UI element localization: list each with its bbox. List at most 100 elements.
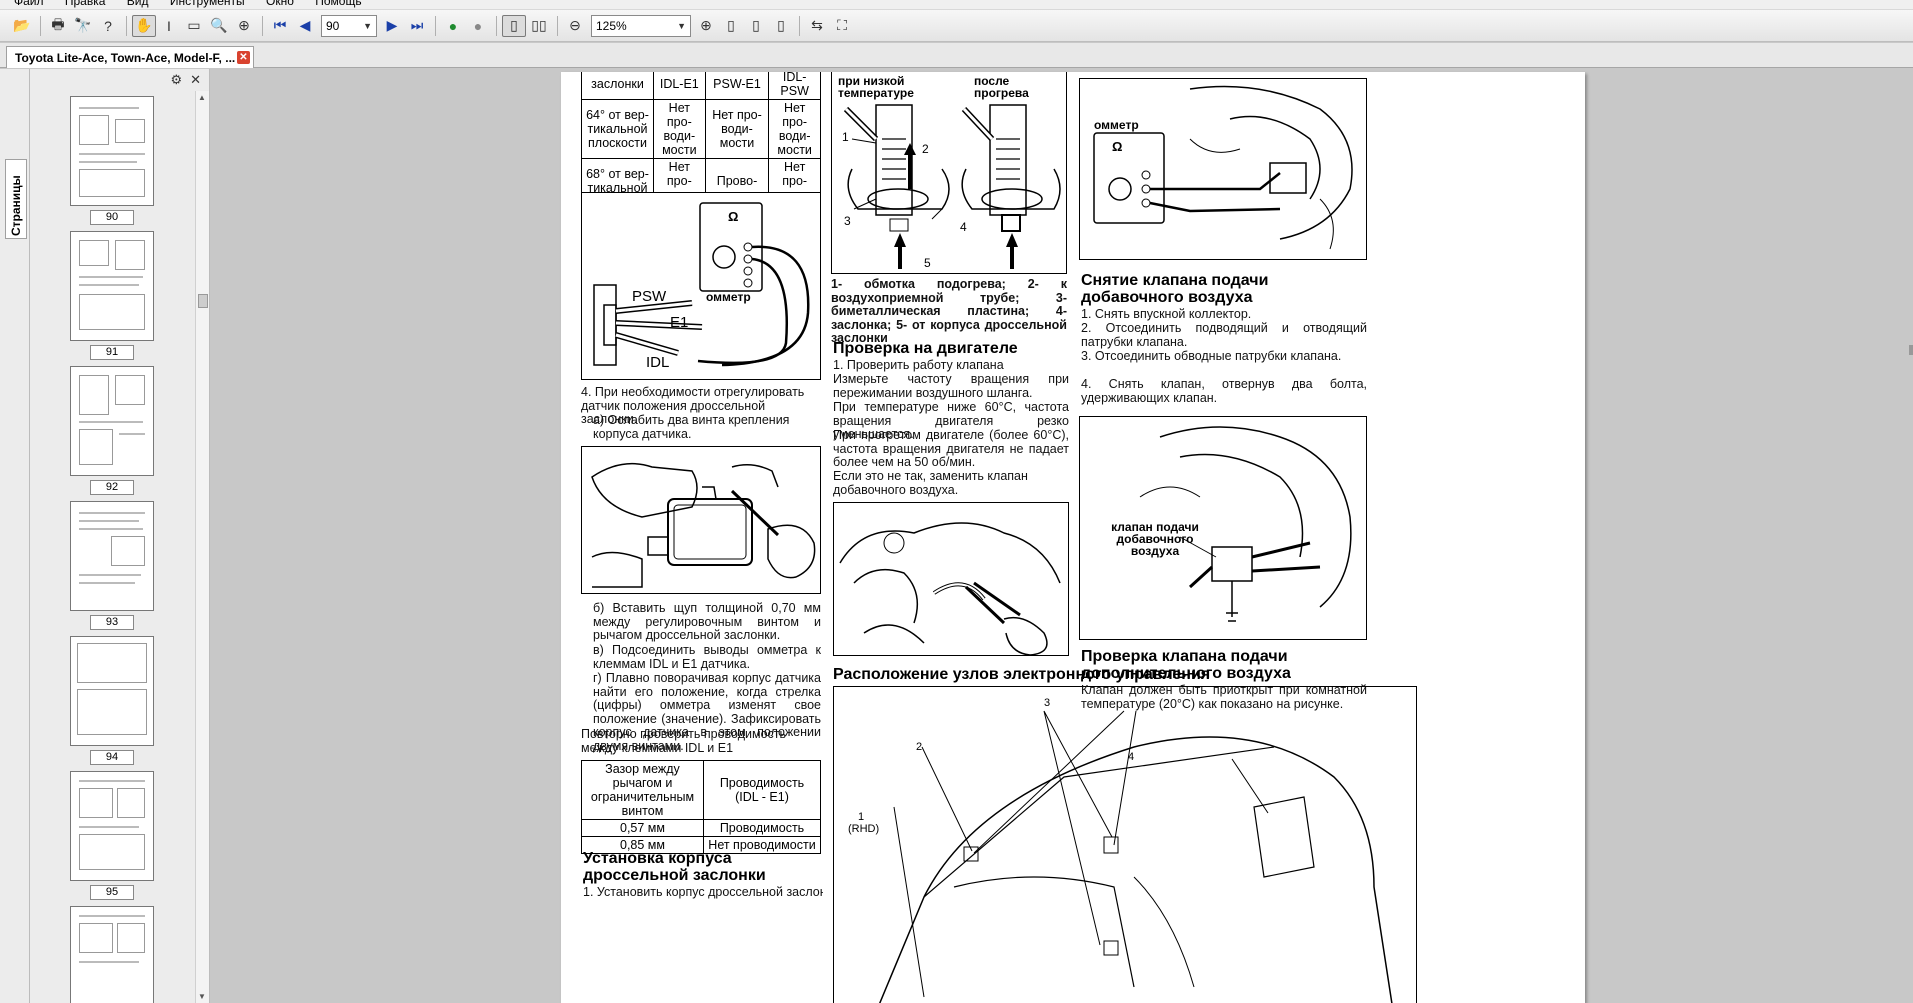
chevron-down-icon: ▼ <box>363 20 372 31</box>
figure-callout-rhd: (RHD) <box>848 823 880 835</box>
document-tab[interactable]: Toyota Lite-Ace, Town-Ace, Model-F, ... … <box>6 46 254 68</box>
document-viewer[interactable]: заслонки IDL-E1 PSW-E1 IDL-PSW 64° от ве… <box>211 69 1913 1003</box>
help-icon[interactable]: ? <box>96 15 120 37</box>
first-page-icon[interactable]: ⏮ <box>268 15 292 37</box>
table-row: заслонки IDL-E1 PSW-E1 IDL-PSW <box>581 72 821 100</box>
menu-help[interactable]: Помощь <box>315 0 361 8</box>
zoom-tool-icon[interactable]: 🔍 <box>207 15 231 37</box>
paragraph: Измерьте частоту вращения при пережимани… <box>833 372 1069 400</box>
menu-tools[interactable]: Инструменты <box>170 0 245 8</box>
separator <box>126 15 127 36</box>
menu-file[interactable]: Файл <box>14 0 44 8</box>
single-page-icon[interactable]: ▯ <box>502 14 526 37</box>
menu-view[interactable]: Вид <box>127 0 149 8</box>
paragraph: 1. Проверить работу клапана <box>833 358 1004 372</box>
table-cell: IDL-PSW <box>768 72 821 100</box>
fit-width-icon[interactable]: ▯ <box>744 15 768 37</box>
scrollbar-thumb[interactable] <box>198 294 208 308</box>
last-page-icon[interactable]: ⏭ <box>405 15 429 37</box>
gear-icon[interactable]: ⚙ <box>170 72 182 88</box>
page-thumbnail[interactable] <box>70 906 154 1003</box>
document-tab-title: Toyota Lite-Ace, Town-Ace, Model-F, ... <box>15 50 236 65</box>
thumbnail-page-number: 93 <box>90 615 134 630</box>
scroll-up-icon[interactable]: ▲ <box>198 93 206 102</box>
menu-bar: Файл Правка Вид Инструменты Окно Помощь <box>0 0 1913 10</box>
vehicle-layout-figure: 1 (RHD) 2 3 4 <box>833 686 1417 1003</box>
table-row: 0,57 мм Проводимость <box>581 819 821 837</box>
menu-edit[interactable]: Правка <box>65 0 106 8</box>
page-number-input[interactable]: 90 ▼ <box>321 14 377 37</box>
table-cell: 0,57 мм <box>581 819 704 837</box>
fit-page-icon[interactable]: ▯ <box>719 15 743 37</box>
hose-pinch-figure <box>833 502 1069 656</box>
zoom-select[interactable]: 125% ▼ <box>591 14 691 37</box>
separator <box>799 15 800 36</box>
close-icon[interactable]: ✕ <box>237 51 250 64</box>
two-pages-icon[interactable]: ▯▯ <box>527 15 551 37</box>
section-heading: Проверка клапана подачи дополнительного … <box>1081 648 1291 682</box>
print-icon[interactable]: 🖶 <box>46 15 70 37</box>
paragraph: 1. Установить корпус дроссельной заслонк… <box>583 886 823 899</box>
paragraph: б) Вставить щуп толщиной 0,70 мм между р… <box>593 601 821 642</box>
paragraph: Клапан должен быть приоткрыт при комнатн… <box>1081 683 1367 711</box>
table-cell: 64° от вер-тикальной плоскости <box>581 99 654 159</box>
actual-size-icon[interactable]: ▯ <box>769 15 793 37</box>
pages-panel: ⚙ ✕ 90 91 92 93 94 95 ▲ ▼ <box>30 69 210 1003</box>
page-thumbnail[interactable] <box>70 96 154 206</box>
go-back-icon[interactable]: ● <box>466 15 490 37</box>
paragraph: Повторно проверить проводимость между кл… <box>581 727 787 755</box>
figure-callout: 1 <box>858 811 865 823</box>
sensor-adjustment-figure <box>581 446 821 594</box>
ohm-symbol: Ω <box>1112 139 1123 154</box>
page-thumbnail[interactable] <box>70 231 154 341</box>
paragraph: 2. Отсоединить подводящий и отводящий па… <box>1081 321 1367 349</box>
separator <box>557 15 558 36</box>
toolbar: 📂 🖶 🔭 ? ✋ I ▭ 🔍 ⊕ ⏮ ◀ 90 ▼ ▶ ⏭ ● ● ▯ ▯▯ … <box>0 10 1913 42</box>
section-heading: Проверка на двигателе <box>833 340 1018 357</box>
next-page-icon[interactable]: ▶ <box>380 15 404 37</box>
idl-label: IDL <box>646 354 670 371</box>
figure-callout: 4 <box>960 220 967 234</box>
thumbnail-scrollbar[interactable]: ▲ ▼ <box>195 91 209 1003</box>
fullscreen-icon[interactable]: ⛶ <box>830 15 854 37</box>
separator <box>496 15 497 36</box>
pages-side-tab-label: Страницы <box>9 175 23 236</box>
rotate-icon[interactable]: ⇆ <box>805 15 829 37</box>
section-heading: Установка корпуса дроссельной заслонки <box>583 850 766 884</box>
zoom-in-icon[interactable]: ⊕ <box>694 15 718 37</box>
scroll-down-icon[interactable]: ▼ <box>198 992 206 1001</box>
hand-tool-icon[interactable]: ✋ <box>132 14 156 37</box>
table-cell: заслонки <box>581 72 654 100</box>
page-thumbnail[interactable] <box>70 501 154 611</box>
pages-side-tab[interactable]: Страницы <box>5 159 27 239</box>
sensor-ohmmeter-figure: Ω PSW омметр E1 IDL <box>581 192 821 380</box>
page-thumbnail[interactable] <box>70 771 154 881</box>
paragraph: в) Подсоединить выводы омметра к клеммам… <box>593 643 821 671</box>
menu-window[interactable]: Окно <box>266 0 294 8</box>
clearance-table: Зазор между рычагом и ограничительным ви… <box>581 760 821 854</box>
page-thumbnail[interactable] <box>70 636 154 746</box>
psw-label: PSW <box>632 288 667 305</box>
open-folder-icon[interactable]: 📂 <box>10 15 34 37</box>
air-valve-location-figure: клапан подачи добавочного воздуха <box>1079 416 1367 640</box>
paragraph: 3. Отсоединить обводные патрубки клапана… <box>1081 349 1342 363</box>
zoom-out-icon[interactable]: ⊖ <box>563 15 587 37</box>
chevron-down-icon: ▼ <box>677 20 686 31</box>
zoom-area-icon[interactable]: ⊕ <box>232 15 256 37</box>
ohmmeter-label: омметр <box>1094 118 1139 132</box>
thumbnail-page-number: 94 <box>90 750 134 765</box>
close-icon[interactable]: ✕ <box>190 72 201 88</box>
ohm-symbol: Ω <box>728 209 739 224</box>
figure-label-warm: после прогрева <box>974 74 1029 100</box>
thumbnail-page-number: 95 <box>90 885 134 900</box>
prev-page-icon[interactable]: ◀ <box>293 15 317 37</box>
text-select-icon[interactable]: I <box>157 15 181 37</box>
find-icon[interactable]: 🔭 <box>71 15 95 37</box>
figure-callout: 3 <box>1044 697 1051 709</box>
rect-select-icon[interactable]: ▭ <box>182 15 206 37</box>
go-forward-icon[interactable]: ● <box>441 15 465 37</box>
table-cell: PSW-E1 <box>704 72 770 100</box>
page-thumbnail[interactable] <box>70 366 154 476</box>
table-cell: Проводимость <box>703 819 821 837</box>
table-cell: IDL-E1 <box>653 72 706 100</box>
